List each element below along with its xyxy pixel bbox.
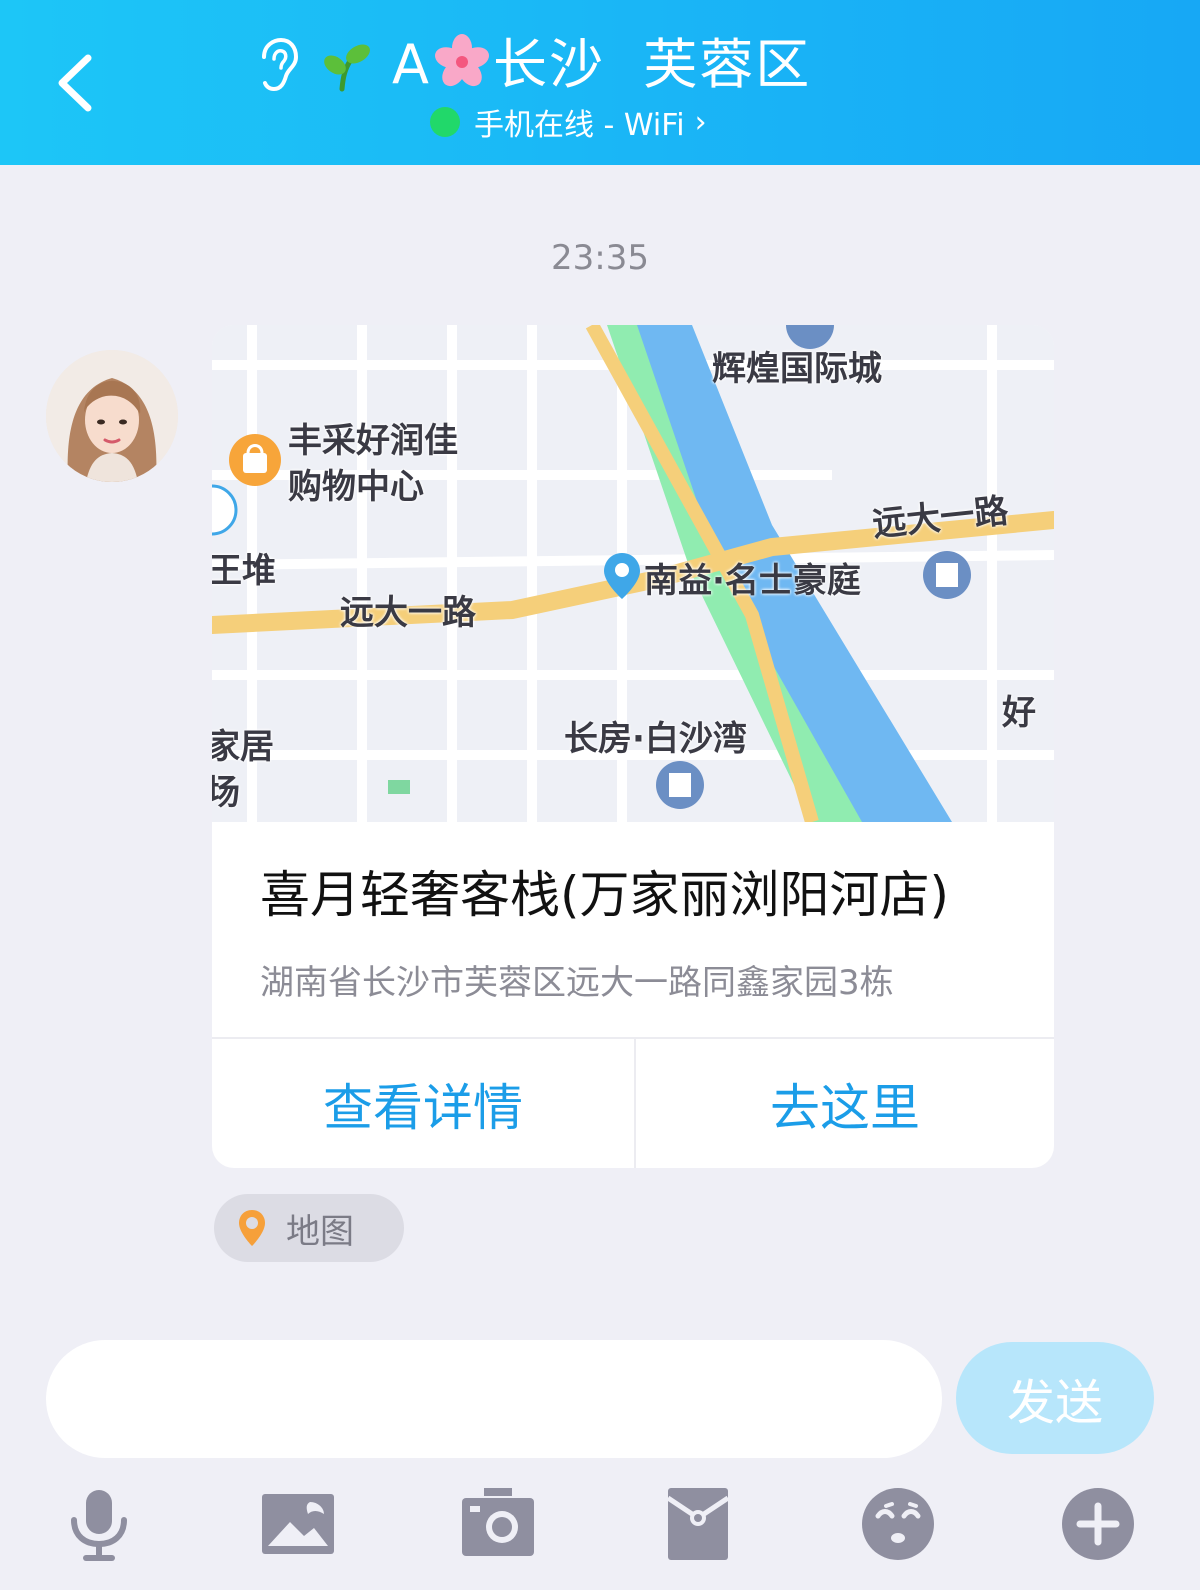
avatar-image [46,350,178,482]
map-label: 王堆 [212,551,276,591]
chat-header: A 长沙 芙蓉区 手机在线 - WiFi › [0,0,1200,165]
plus-icon[interactable] [1058,1484,1138,1564]
view-details-button[interactable]: 查看详情 [212,1039,634,1168]
map-label: 购物中心 [288,467,424,507]
map-preview[interactable]: 辉煌国际城 丰采好润佳 购物中心 远大一路 王堆 远大一路 南益·名士豪庭 好 … [212,325,1054,822]
contact-name-suffix: 长沙 芙蓉区 [492,33,812,96]
emoji-icon[interactable] [858,1484,938,1564]
map-label: 场 [212,773,240,813]
map-label: 南益·名士豪庭 [644,561,861,601]
map-label: 丰采好润佳 [288,421,458,461]
ear-icon[interactable] [250,35,300,95]
online-status[interactable]: 手机在线 - WiFi › [430,100,707,144]
chat-screen: A 长沙 芙蓉区 手机在线 - WiFi › 23:35 辉煌国际城 丰采好润佳… [0,0,1200,1590]
location-card[interactable]: 辉煌国际城 丰采好润佳 购物中心 远大一路 王堆 远大一路 南益·名士豪庭 好 … [212,325,1054,1168]
place-address: 湖南省长沙市芙蓉区远大一路同鑫家园3栋 [260,963,894,1003]
online-dot-icon [430,107,460,137]
message-input[interactable] [46,1340,942,1458]
map-label: 长房·白沙湾 [564,719,747,759]
back-button[interactable] [50,48,110,118]
chevron-left-icon [58,54,92,112]
sprout-emoji [324,44,370,92]
send-button[interactable]: 发送 [956,1342,1154,1454]
contact-title[interactable]: A 长沙 芙蓉区 [250,30,811,100]
camera-icon[interactable] [458,1484,538,1564]
map-app-tag[interactable]: 地图 [214,1194,404,1262]
map-label: 辉煌国际城 [712,349,882,389]
image-icon[interactable] [258,1484,338,1564]
chevron-right-icon: › [694,104,707,140]
microphone-icon[interactable] [58,1484,138,1564]
avatar[interactable] [46,350,178,482]
input-bar: 发送 [0,1310,1200,1590]
map-label: 好 [1002,693,1036,733]
navigate-button[interactable]: 去这里 [636,1039,1054,1168]
place-title: 喜月轻奢客栈(万家丽浏阳河店) [260,866,950,924]
map-pin-icon [239,1210,265,1246]
cherry-blossom-emoji [434,34,489,87]
map-label: 远大一路 [340,593,476,633]
map-tag-label: 地图 [286,1211,354,1252]
red-packet-icon[interactable] [658,1484,738,1564]
status-text: 手机在线 - WiFi [474,108,685,143]
contact-name-prefix: A [392,33,431,96]
map-label: 家居 [212,727,274,767]
contact-name: A 长沙 芙蓉区 [392,30,811,100]
message-timestamp: 23:35 [551,238,649,278]
